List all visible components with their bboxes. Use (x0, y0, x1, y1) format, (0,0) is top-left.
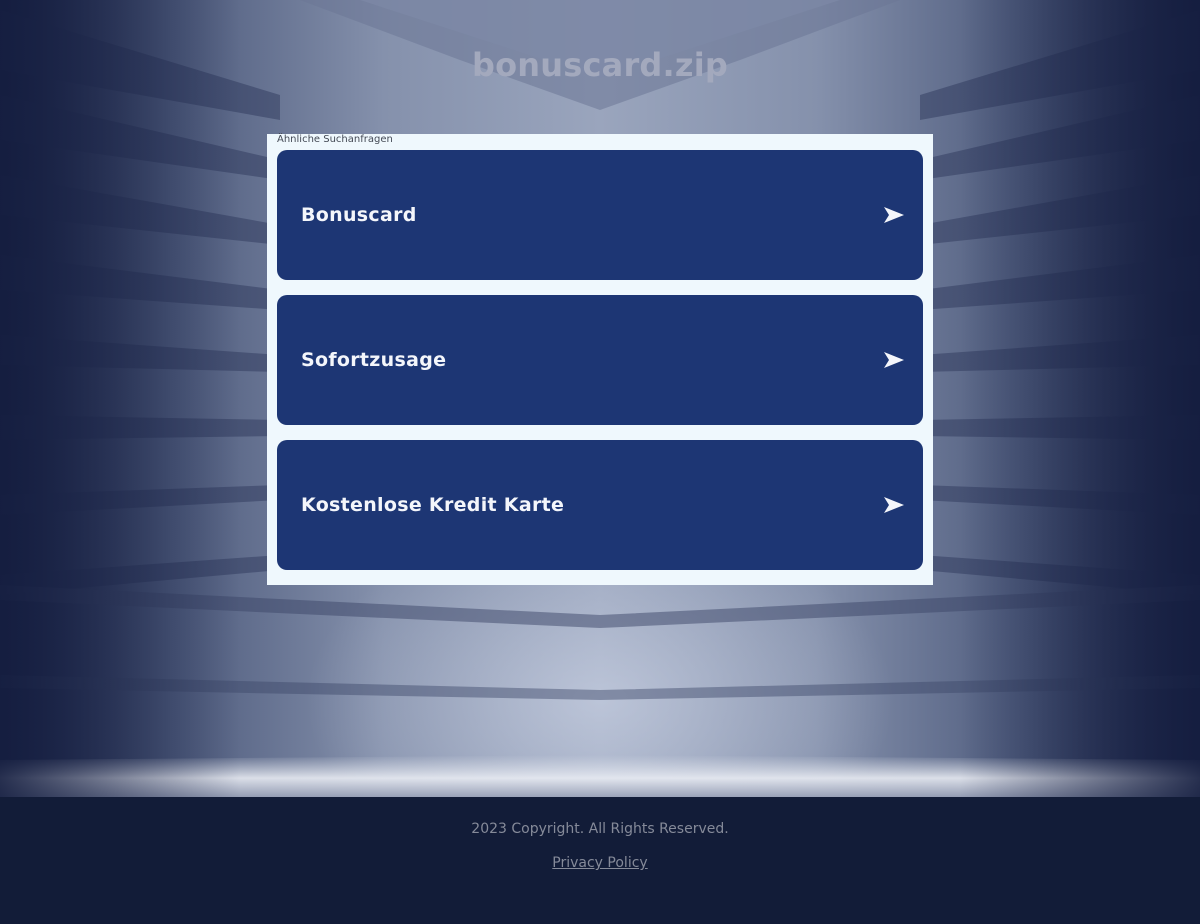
arrow-right-icon (884, 497, 904, 513)
related-searches-heading: Ähnliche Suchanfragen (277, 134, 393, 145)
site-title: bonuscard.zip (471, 46, 728, 84)
copyright-text: 2023 Copyright. All Rights Reserved. (471, 821, 729, 837)
related-link-sofortzusage[interactable]: Sofortzusage (277, 295, 923, 425)
hero-background: bonuscard.zip Ähnliche Suchanfragen Bonu… (0, 0, 1200, 797)
related-link-bonuscard[interactable]: Bonuscard (277, 150, 923, 280)
related-link-kostenlose-kredit-karte[interactable]: Kostenlose Kredit Karte (277, 440, 923, 570)
related-link-label: Kostenlose Kredit Karte (301, 494, 565, 516)
related-searches-panel: Ähnliche Suchanfragen Bonuscard Sofortzu… (267, 134, 933, 585)
arrow-right-icon (884, 352, 904, 368)
footer: 2023 Copyright. All Rights Reserved. Pri… (0, 797, 1200, 924)
privacy-policy-wrapper: Privacy Policy (0, 855, 1200, 871)
related-link-label: Bonuscard (301, 204, 417, 226)
privacy-policy-link[interactable]: Privacy Policy (552, 855, 647, 871)
arrow-right-icon (884, 207, 904, 223)
related-link-label: Sofortzusage (301, 349, 447, 371)
page: bonuscard.zip Ähnliche Suchanfragen Bonu… (0, 0, 1200, 924)
